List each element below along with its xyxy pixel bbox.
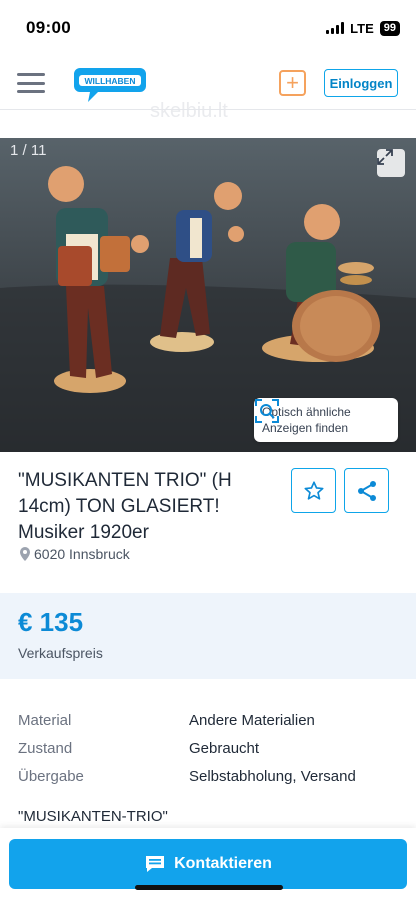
watermark: skelbiu.lt	[150, 100, 228, 122]
logo-text: WILLHABEN	[85, 76, 136, 86]
visual-search-button[interactable]: Optisch ähnliche Anzeigen finden	[254, 398, 398, 442]
status-bar: 09:00 LTE 99	[0, 0, 416, 56]
favorite-button[interactable]	[291, 468, 336, 513]
share-icon	[357, 480, 376, 501]
login-button[interactable]: Einloggen	[324, 69, 398, 97]
price-label: Verkaufspreis	[18, 645, 103, 661]
share-button[interactable]	[344, 468, 389, 513]
attribute-row: Zustand Gebraucht	[18, 734, 408, 762]
listing-location: 6020 Innsbruck	[20, 546, 130, 562]
attribute-list: Material Andere Materialien Zustand Gebr…	[18, 706, 408, 790]
contact-button[interactable]: Kontaktieren	[9, 839, 407, 889]
location-text: 6020 Innsbruck	[34, 546, 130, 562]
visual-search-icon	[255, 399, 279, 423]
attribute-value: Selbstabholung, Versand	[189, 767, 356, 785]
location-pin-icon	[20, 547, 30, 561]
listing-photo[interactable]: 1 / 11 Optisch ähnliche Anzeigen finden	[0, 138, 416, 452]
menu-icon[interactable]	[17, 73, 45, 93]
description-text: "MUSIKANTEN-TRIO"	[18, 808, 168, 825]
network-label: LTE	[350, 20, 374, 36]
expand-icon[interactable]	[377, 149, 405, 177]
attribute-key: Übergabe	[18, 767, 84, 785]
listing-title: "MUSIKANTEN TRIO" (H 14cm) TON GLASIERT!…	[18, 470, 232, 543]
app-header: WILLHABEN skelbiu.lt + Einloggen	[0, 56, 416, 122]
signal-icon	[326, 22, 345, 34]
attribute-row: Übergabe Selbstabholung, Versand	[18, 762, 408, 790]
contact-label: Kontaktieren	[174, 855, 272, 872]
price-section: € 135 Verkaufspreis	[0, 593, 416, 679]
attribute-key: Material	[18, 711, 72, 729]
plus-icon[interactable]: +	[279, 70, 306, 96]
battery-icon: 99	[379, 20, 400, 36]
status-time: 09:00	[26, 18, 71, 37]
attribute-value: Gebraucht	[189, 739, 260, 757]
attribute-key: Zustand	[18, 739, 73, 757]
photo-counter: 1 / 11	[10, 142, 47, 159]
willhaben-logo[interactable]: WILLHABEN	[70, 64, 148, 106]
attribute-row: Material Andere Materialien	[18, 706, 408, 734]
price-value: € 135	[18, 607, 84, 637]
status-right: LTE 99	[326, 20, 400, 36]
home-indicator	[135, 885, 283, 890]
chat-icon	[146, 856, 165, 872]
attribute-value: Andere Materialien	[189, 711, 315, 729]
star-icon	[303, 480, 324, 500]
